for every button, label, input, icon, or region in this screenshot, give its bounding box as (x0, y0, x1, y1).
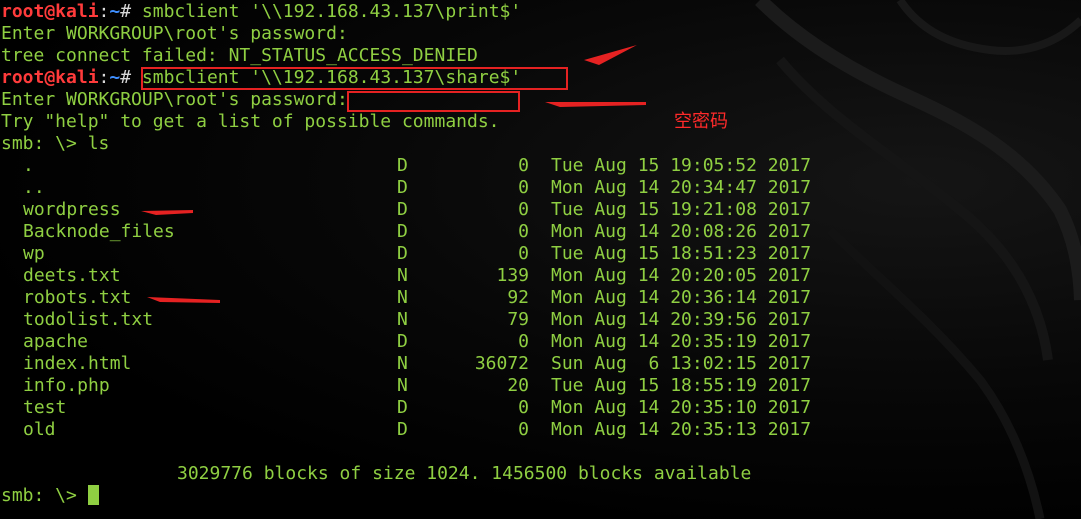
listing-name: wp (23, 243, 45, 264)
smb-prompt: smb: \> (1, 485, 88, 506)
listing-date: Tue Aug 15 19:21:08 2017 (551, 199, 812, 220)
listing-type: D (397, 243, 408, 264)
text-cursor (87, 485, 99, 505)
listing-name: . (23, 155, 34, 176)
prompt-symbol: # (120, 1, 142, 22)
listing-date: Tue Aug 15 18:55:19 2017 (551, 375, 812, 396)
listing-type: N (397, 353, 408, 374)
listing-size: 0 (518, 419, 529, 440)
listing-type: D (397, 155, 408, 176)
listing-date: Mon Aug 14 20:36:14 2017 (551, 287, 812, 308)
listing-row: index.html N 36072 Sun Aug 6 13:02:15 2017 (1, 353, 811, 375)
prompt-symbol: # (120, 67, 142, 88)
listing-row: todolist.txt N 79 Mon Aug 14 20:39:56 2017 (1, 309, 811, 331)
listing-name: .. (23, 177, 45, 198)
listing-name: Backnode_files (23, 221, 175, 242)
prompt-user: root@kali (1, 1, 99, 22)
listing-date: Sun Aug 6 13:02:15 2017 (551, 353, 812, 374)
listing-size: 0 (518, 397, 529, 418)
listing-date: Mon Aug 14 20:35:19 2017 (551, 331, 812, 352)
terminal-line-blocks: 3029776 blocks of size 1024. 1456500 blo… (1, 463, 811, 485)
highlight-box-password (347, 91, 520, 112)
terminal-line-error: tree connect failed: NT_STATUS_ACCESS_DE… (1, 45, 478, 66)
listing-size: 0 (518, 177, 529, 198)
listing-name: todolist.txt (23, 309, 154, 330)
listing-size: 20 (507, 375, 529, 396)
listing-type: D (397, 419, 408, 440)
listing-size: 0 (518, 155, 529, 176)
listing-size: 79 (507, 309, 529, 330)
listing-name: index.html (23, 353, 132, 374)
listing-type: N (397, 375, 408, 396)
listing-row: test D 0 Mon Aug 14 20:35:10 2017 (1, 397, 811, 419)
listing-name: robots.txt (23, 287, 132, 308)
listing-date: Tue Aug 15 18:51:23 2017 (551, 243, 812, 264)
listing-size: 0 (518, 199, 529, 220)
listing-type: N (397, 309, 408, 330)
listing-type: N (397, 265, 408, 286)
directory-listing: . D 0 Tue Aug 15 19:05:52 2017.. D 0 Mon Aug 1… (1, 155, 811, 441)
listing-size: 0 (518, 331, 529, 352)
listing-name: apache (23, 331, 89, 352)
listing-date: Mon Aug 14 20:34:47 2017 (551, 177, 812, 198)
listing-type: D (397, 331, 408, 352)
terminal-line-final-prompt[interactable]: smb: \> (1, 485, 811, 507)
listing-size: 139 (496, 265, 529, 286)
listing-row: .. D 0 Mon Aug 14 20:34:47 2017 (1, 177, 811, 199)
command-text: smbclient '\\192.168.43.137\print$' (141, 1, 522, 22)
listing-date: Tue Aug 15 19:05:52 2017 (551, 155, 812, 176)
terminal-line-ls-command: smb: \> ls (1, 133, 110, 154)
listing-name: test (23, 397, 67, 418)
listing-date: Mon Aug 14 20:35:10 2017 (551, 397, 812, 418)
listing-row: robots.txt N 92 Mon Aug 14 20:36:14 2017 (1, 287, 811, 309)
listing-size: 0 (518, 243, 529, 264)
listing-date: Mon Aug 14 20:39:56 2017 (551, 309, 812, 330)
listing-row: deets.txt N 139 Mon Aug 14 20:20:05 2017 (1, 265, 811, 287)
listing-size: 92 (507, 287, 529, 308)
listing-name: old (23, 419, 56, 440)
listing-size: 0 (518, 221, 529, 242)
listing-type: D (397, 177, 408, 198)
listing-type: D (397, 397, 408, 418)
listing-row: Backnode_files D 0 Mon Aug 14 20:08:26 2017 (1, 221, 811, 243)
listing-type: D (397, 199, 408, 220)
listing-row: apache D 0 Mon Aug 14 20:35:19 2017 (1, 331, 811, 353)
annotation-note: 空密码 (674, 111, 728, 132)
listing-name: info.php (23, 375, 110, 396)
listing-name: wordpress (23, 199, 121, 220)
listing-type: N (397, 287, 408, 308)
prompt-user: root@kali (1, 67, 99, 88)
listing-name: deets.txt (23, 265, 121, 286)
highlight-box-command (141, 67, 568, 90)
listing-row: info.php N 20 Tue Aug 15 18:55:19 2017 (1, 375, 811, 397)
prompt-path: ~ (109, 67, 121, 88)
terminal-line-password-prompt-1: Enter WORKGROUP\root's password: (1, 23, 348, 44)
listing-size: 36072 (474, 353, 529, 374)
terminal-window[interactable]: root@kali:~# smbclient '\\192.168.43.137… (0, 0, 1081, 519)
listing-row: wordpress D 0 Tue Aug 15 19:21:08 2017 (1, 199, 811, 221)
terminal-line-prompt-1: root@kali:~# smbclient '\\192.168.43.137… (1, 1, 522, 22)
listing-row: wp D 0 Tue Aug 15 18:51:23 2017 (1, 243, 811, 265)
listing-date: Mon Aug 14 20:20:05 2017 (551, 265, 812, 286)
listing-date: Mon Aug 14 20:35:13 2017 (551, 419, 812, 440)
listing-row: . D 0 Tue Aug 15 19:05:52 2017 (1, 155, 811, 177)
blocks-summary: 3029776 blocks of size 1024. 1456500 blo… (177, 463, 752, 484)
prompt-path: ~ (109, 1, 121, 22)
listing-date: Mon Aug 14 20:08:26 2017 (551, 221, 812, 242)
listing-row: old D 0 Mon Aug 14 20:35:13 2017 (1, 419, 811, 441)
listing-type: D (397, 221, 408, 242)
